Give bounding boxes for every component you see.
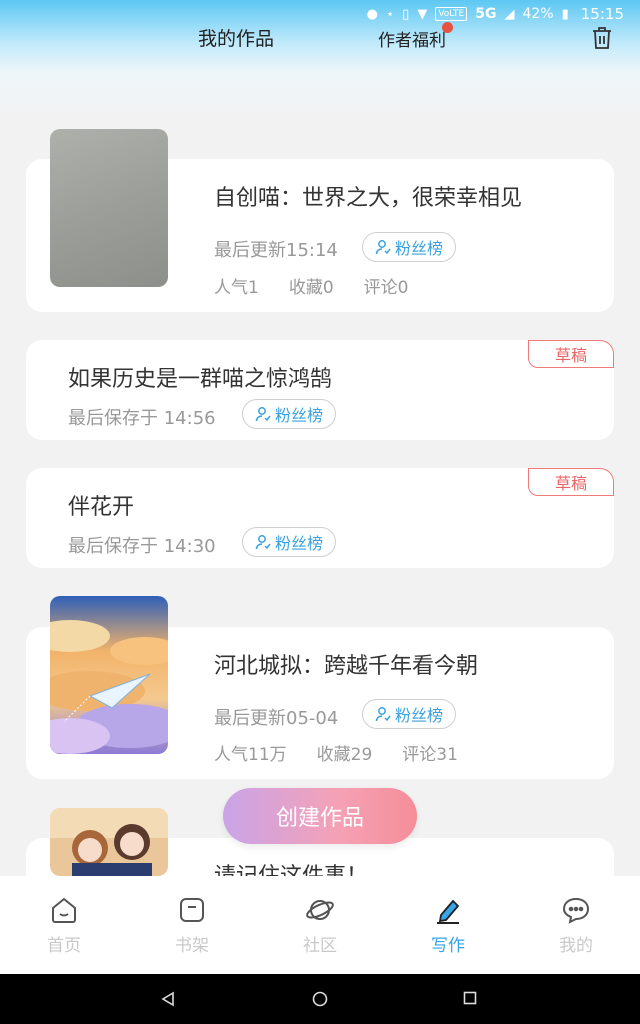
fans-ranking-label: 粉丝榜 bbox=[395, 706, 444, 725]
fans-ranking-label: 粉丝榜 bbox=[275, 534, 324, 553]
home-icon bbox=[52, 897, 76, 923]
bookshelf-icon bbox=[180, 897, 204, 922]
nav-home-label: 首页 bbox=[47, 935, 81, 956]
favorites: 收藏0 bbox=[288, 278, 334, 298]
write-icon bbox=[437, 899, 460, 924]
work-title[interactable]: 河北城拟：跨越千年看今朝 bbox=[214, 648, 478, 680]
user-icon bbox=[255, 407, 271, 422]
nav-write-label: 写作 bbox=[431, 935, 465, 956]
back-icon[interactable] bbox=[160, 991, 176, 1007]
tab-author-welfare[interactable]: 作者福利 bbox=[378, 26, 446, 51]
create-work-button[interactable]: 创建作品 bbox=[223, 788, 417, 844]
recent-apps-icon[interactable] bbox=[463, 991, 477, 1005]
user-icon bbox=[375, 240, 391, 255]
last-saved: 最后保存于 14:56 bbox=[68, 408, 216, 429]
chat-icon bbox=[562, 897, 590, 924]
popularity: 人气1 bbox=[214, 278, 259, 298]
draft-tag: 草稿 bbox=[528, 468, 614, 496]
fans-ranking-button[interactable]: 粉丝榜 bbox=[362, 232, 457, 262]
user-icon bbox=[255, 535, 271, 550]
home-circle-icon[interactable] bbox=[312, 991, 328, 1007]
nav-community[interactable]: 社区 bbox=[256, 895, 384, 956]
nav-mine[interactable]: 我的 bbox=[512, 895, 640, 956]
work-title[interactable]: 自创喵：世界之大，很荣幸相见 bbox=[214, 180, 522, 212]
work-title[interactable]: 请记住这件事！ bbox=[214, 858, 368, 876]
work-title[interactable]: 伴花开 bbox=[68, 489, 134, 521]
work-stats: 人气1 收藏0 评论0 bbox=[214, 273, 408, 298]
bottom-navigation: 首页 书架 社区 写作 我的 bbox=[0, 876, 640, 974]
tab-my-works[interactable]: 我的作品 bbox=[198, 24, 274, 51]
last-updated: 最后更新05-04 bbox=[214, 708, 339, 729]
fans-ranking-label: 粉丝榜 bbox=[275, 406, 324, 425]
last-saved: 最后保存于 14:30 bbox=[68, 536, 216, 557]
popularity: 人气11万 bbox=[214, 745, 287, 765]
nav-community-label: 社区 bbox=[303, 935, 337, 956]
nav-bookshelf[interactable]: 书架 bbox=[128, 895, 256, 956]
fans-ranking-button[interactable]: 粉丝榜 bbox=[242, 527, 337, 557]
nav-write[interactable]: 写作 bbox=[384, 895, 512, 956]
last-updated: 最后更新15:14 bbox=[214, 240, 338, 261]
comments: 评论31 bbox=[402, 745, 458, 765]
fans-ranking-button[interactable]: 粉丝榜 bbox=[242, 399, 337, 429]
trash-icon[interactable] bbox=[591, 26, 613, 50]
comments: 评论0 bbox=[363, 278, 409, 298]
fans-ranking-label: 粉丝榜 bbox=[395, 239, 444, 258]
system-navigation-bar bbox=[0, 974, 640, 1024]
work-title[interactable]: 如果历史是一群喵之惊鸿鹄 bbox=[68, 361, 332, 393]
draft-tag: 草稿 bbox=[528, 340, 614, 368]
user-icon bbox=[375, 707, 391, 722]
book-cover[interactable] bbox=[50, 129, 168, 287]
notification-dot bbox=[442, 22, 453, 33]
planet-icon bbox=[306, 899, 334, 920]
app-header: 我的作品 作者福利 bbox=[0, 18, 640, 54]
book-cover[interactable] bbox=[50, 808, 168, 876]
nav-home[interactable]: 首页 bbox=[0, 895, 128, 956]
book-cover[interactable] bbox=[50, 596, 168, 754]
work-stats: 人气11万 收藏29 评论31 bbox=[214, 740, 458, 765]
nav-mine-label: 我的 bbox=[559, 935, 593, 956]
fans-ranking-button[interactable]: 粉丝榜 bbox=[362, 699, 457, 729]
favorites: 收藏29 bbox=[316, 745, 373, 765]
nav-bookshelf-label: 书架 bbox=[175, 935, 209, 956]
